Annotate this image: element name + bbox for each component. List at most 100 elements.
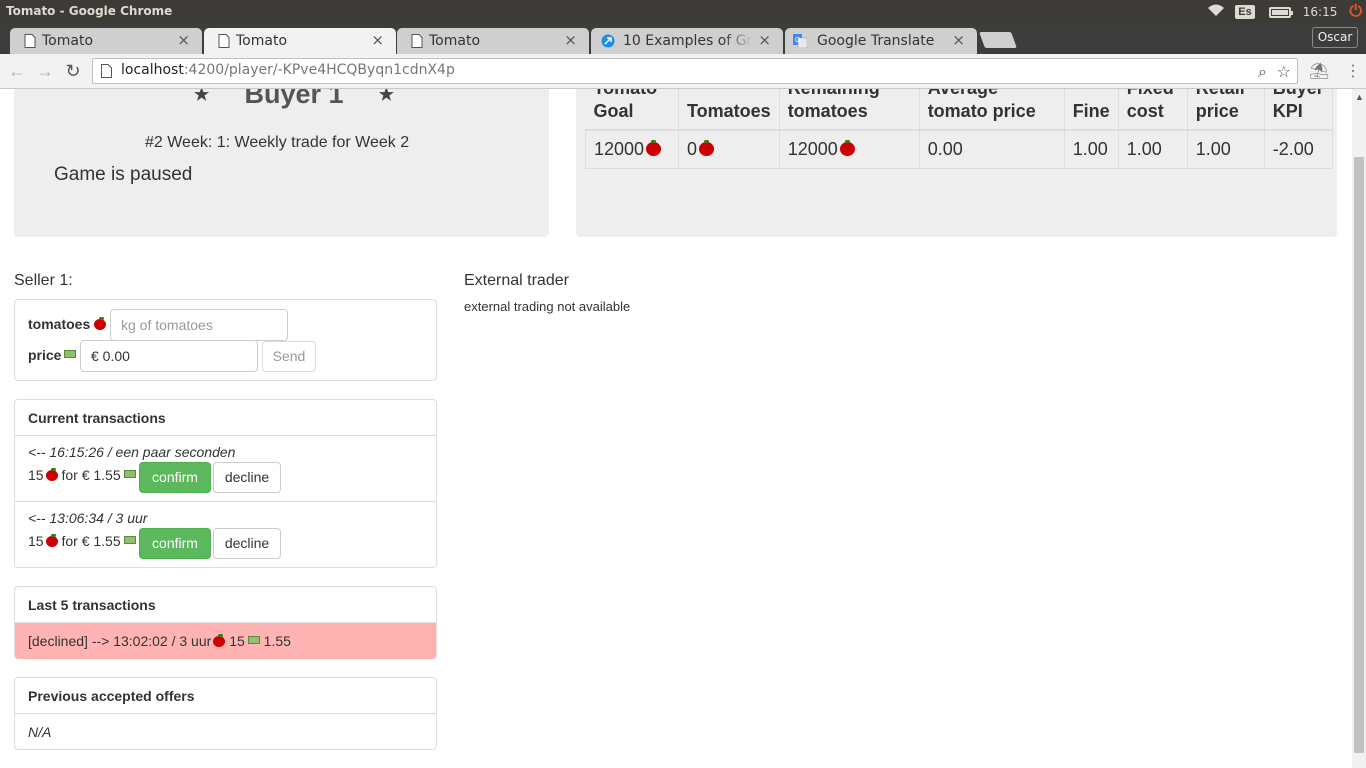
browser-toolbar: ← → ↻ localhost:4200/player/-KPve4HCQByq… [0,54,1366,89]
profile-button[interactable]: Oscar [1312,27,1358,48]
stats-value-row: 12000 0 12000 0.00 1.00 1.00 1.00 -2.00 [585,130,1333,169]
value-retail-price: 1.00 [1186,130,1265,169]
send-button[interactable]: Send [262,341,316,372]
tab-examples[interactable]: 10 Examples of Gre × [591,28,783,54]
value-remaining: 12000 [778,130,920,169]
header-fine: Fine [1064,89,1119,131]
tab-label: Tomato [429,33,481,49]
tomato-icon [45,468,58,481]
tomato-icon [45,534,58,547]
browser-tab-strip: Tomato × Tomato × Tomato × 10 Examples o… [0,24,1366,54]
decline-button[interactable]: decline [213,462,281,493]
previous-offers-title: Previous accepted offers [15,678,436,714]
menu-icon[interactable]: ⋮ [1345,61,1361,81]
close-icon[interactable]: × [371,31,384,49]
money-icon [123,470,136,478]
external-trader-status: external trading not available [464,299,631,314]
star-icon: ★ [378,89,394,104]
bookmark-star-icon[interactable]: ☆ [1277,62,1291,81]
back-icon[interactable]: ← [6,60,28,82]
money-icon [123,536,136,544]
close-icon[interactable]: × [564,31,577,49]
transaction-time: <-- 16:15:26 / een paar seconden [28,444,236,460]
value-avg-price: 0.00 [918,130,1065,169]
last-transactions-panel: Last 5 transactions [declined] --> 13:02… [14,586,437,659]
scroll-up-icon[interactable]: ▲ [1355,92,1364,102]
tab-tomato-2[interactable]: Tomato × [204,28,396,54]
page-content: ★ Buyer 1 ★ #2 Week: 1: Weekly trade for… [0,89,1352,768]
value-buyer-kpi: -2.00 [1263,130,1333,169]
header-tomato-goal: TomatoGoal [585,89,679,131]
page-icon [24,34,36,48]
tab-tomato-1[interactable]: Tomato × [10,28,202,54]
declined-transaction-row: [declined] --> 13:02:02 / 3 uur 15 1.55 [15,623,436,659]
offer-form-panel: tomatoes kg of tomatoes price € 0.00 Sen… [14,299,437,381]
google-translate-icon: G [793,34,807,48]
money-icon [247,636,260,644]
url-path: :4200/player/-KPve4HCQByqn1cdnX4p [183,62,455,78]
page-scrollbar[interactable]: ▲ [1352,89,1366,768]
battery-icon[interactable] [1268,6,1293,18]
previous-offers-panel: Previous accepted offers N/A [14,677,437,750]
tomatoes-label: tomatoes [28,316,107,332]
value-fixed-cost: 1.00 [1117,130,1188,169]
player-title: Buyer 1 [244,89,344,109]
address-bar[interactable]: localhost:4200/player/-KPve4HCQByqn1cdnX… [92,58,1298,84]
header-remaining: Remainingtomatoes [779,89,920,131]
confirm-button[interactable]: confirm [139,462,211,493]
previous-offers-empty: N/A [28,724,52,740]
value-fine: 1.00 [1063,130,1119,169]
transaction-row: <-- 16:15:26 / een paar seconden 15 for … [15,436,436,502]
power-icon[interactable]: ⏻ [1349,3,1362,21]
tab-label: Tomato [42,33,94,49]
tomato-icon [699,140,715,157]
value-tomato-goal: 12000 [585,130,679,169]
transaction-offer: 15 for € 1.55 [28,467,136,483]
price-label: price [28,347,77,363]
forward-icon[interactable]: → [34,60,56,82]
current-transactions-panel: Current transactions <-- 16:15:26 / een … [14,399,437,568]
price-input[interactable]: € 0.00 [80,340,258,372]
zoom-icon[interactable]: ⌕ [1258,62,1267,82]
clock[interactable]: 16:15 [1303,5,1338,19]
header-buyer-kpi: BuyerKPI [1264,89,1333,131]
keyboard-layout-indicator[interactable]: Es [1235,5,1255,19]
stats-panel: TomatoGoal Tomatoes Remainingtomatoes Av… [576,89,1337,237]
tab-google-translate[interactable]: G Google Translate × [785,28,977,54]
header-tomatoes: Tomatoes [678,89,780,131]
week-text: #2 Week: 1: Weekly trade for Week 2 [145,134,410,151]
tab-label: Google Translate [817,33,935,49]
extension-icon[interactable]: ⛱ [1309,61,1329,81]
tomato-icon [839,140,855,157]
value-tomatoes: 0 [678,130,780,169]
close-icon[interactable]: × [177,31,190,49]
close-icon[interactable]: × [952,31,965,49]
game-status: Game is paused [54,164,193,185]
tomatoes-input[interactable]: kg of tomatoes [110,309,288,341]
tomato-icon [94,317,107,330]
decline-button[interactable]: decline [213,528,281,559]
money-icon [64,350,77,358]
transaction-time: <-- 13:06:34 / 3 uur [28,510,148,526]
current-transactions-title: Current transactions [15,400,436,436]
stats-header-row: TomatoGoal Tomatoes Remainingtomatoes Av… [585,89,1333,131]
new-tab-button[interactable] [979,32,1017,48]
transaction-row: <-- 13:06:34 / 3 uur 15 for € 1.55 confi… [15,502,436,568]
external-trader-title: External trader [464,272,569,289]
tab-tomato-3[interactable]: Tomato × [397,28,589,54]
header-fixed-cost: Fixedcost [1118,89,1188,131]
window-title: Tomato - Google Chrome [6,4,173,18]
confirm-button[interactable]: confirm [139,528,211,559]
tab-label: Tomato [236,33,288,49]
seller-title: Seller 1: [14,272,73,289]
scrollbar-thumb[interactable] [1354,157,1364,753]
os-top-bar: Tomato - Google Chrome Es 16:15 ⏻ [0,0,1366,24]
link-icon [601,34,615,48]
close-icon[interactable]: × [758,31,771,49]
page-icon [218,34,230,48]
reload-icon[interactable]: ↻ [62,60,84,82]
url-host: localhost [121,62,184,78]
header-retail-price: Retailprice [1187,89,1265,131]
header-avg-price: Averagetomato price [919,89,1065,131]
wifi-icon[interactable] [1207,4,1225,21]
